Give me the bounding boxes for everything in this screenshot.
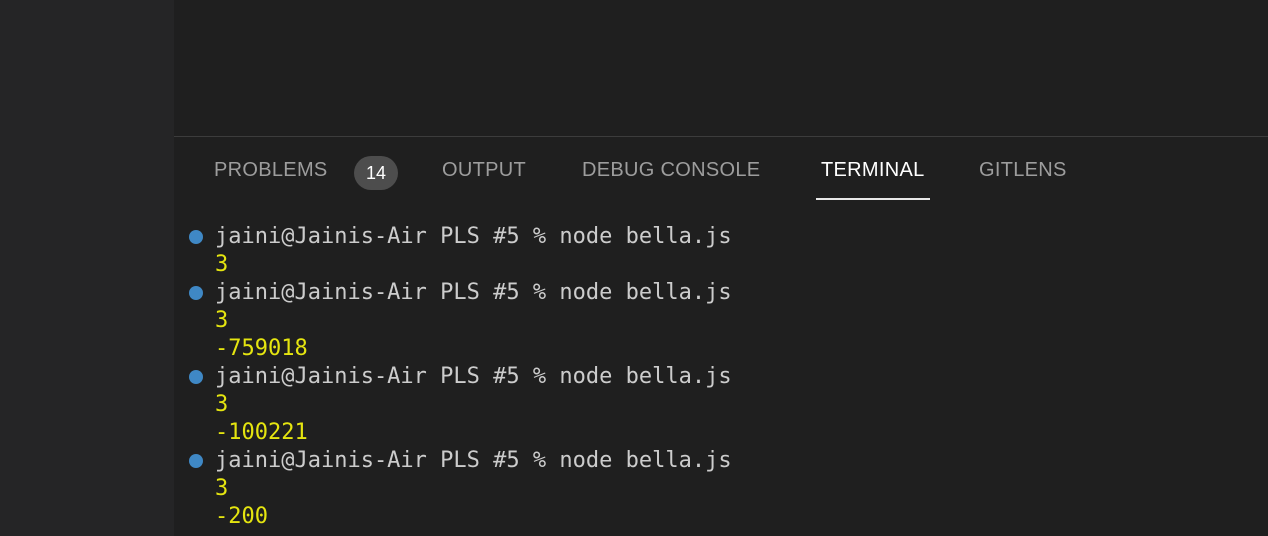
circle-dot-icon[interactable] xyxy=(189,230,203,244)
command-text: jaini@Jainis-Air PLS #5 % node bella.js xyxy=(215,448,732,473)
problems-count-badge: 14 xyxy=(354,156,398,190)
tab-terminal[interactable]: TERMINAL xyxy=(816,159,930,200)
terminal-output[interactable]: jaini@Jainis-Air PLS #5 % node bella.js … xyxy=(174,223,1268,531)
tab-gitlens[interactable]: GITLENS xyxy=(979,159,1067,199)
terminal-output-line: 3 xyxy=(215,252,229,277)
tab-debug-console[interactable]: DEBUG CONSOLE xyxy=(582,159,760,199)
terminal-output-line: -100221 xyxy=(215,420,308,445)
terminal-command-line: jaini@Jainis-Air PLS #5 % node bella.js xyxy=(174,363,1268,391)
terminal-command-line: jaini@Jainis-Air PLS #5 % node bella.js xyxy=(174,279,1268,307)
terminal-command-line: jaini@Jainis-Air PLS #5 % node bella.js xyxy=(174,447,1268,475)
vscode-window: PROBLEMS 14 OUTPUT DEBUG CONSOLE TERMINA… xyxy=(0,0,1268,536)
terminal-output-line: -759018 xyxy=(215,336,308,361)
terminal-output-line: -200 xyxy=(215,504,268,529)
terminal-output-line: 3 xyxy=(215,476,229,501)
editor-area[interactable] xyxy=(174,0,1268,136)
tab-output[interactable]: OUTPUT xyxy=(442,159,526,199)
tab-problems[interactable]: PROBLEMS xyxy=(214,159,328,199)
terminal-command-line: jaini@Jainis-Air PLS #5 % node bella.js xyxy=(174,223,1268,251)
terminal-output-line: 3 xyxy=(215,308,229,333)
command-text: jaini@Jainis-Air PLS #5 % node bella.js xyxy=(215,364,732,389)
circle-dot-icon[interactable] xyxy=(189,286,203,300)
bottom-panel: PROBLEMS 14 OUTPUT DEBUG CONSOLE TERMINA… xyxy=(174,136,1268,536)
panel-tabs: PROBLEMS 14 OUTPUT DEBUG CONSOLE TERMINA… xyxy=(174,137,1268,201)
command-text: jaini@Jainis-Air PLS #5 % node bella.js xyxy=(215,280,732,305)
circle-dot-icon[interactable] xyxy=(189,370,203,384)
sidebar xyxy=(0,0,174,536)
circle-dot-icon[interactable] xyxy=(189,454,203,468)
command-text: jaini@Jainis-Air PLS #5 % node bella.js xyxy=(215,224,732,249)
terminal-output-line: 3 xyxy=(215,392,229,417)
